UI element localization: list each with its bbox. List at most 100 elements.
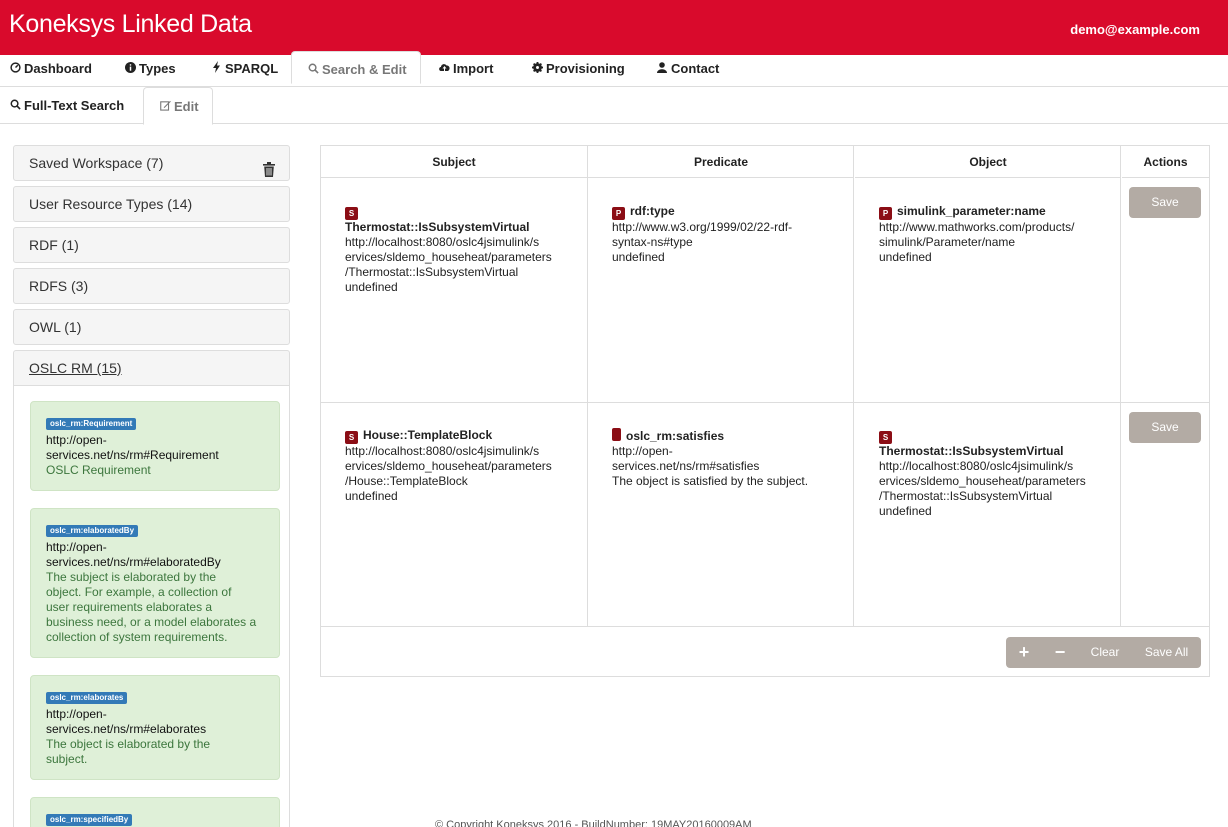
section-label: User Resource Types (14)	[29, 196, 193, 212]
oslc-rm-list: oslc_rm:Requirement http://open- service…	[13, 386, 290, 827]
triples-table: Subject Predicate Object Actions S Therm…	[320, 145, 1210, 677]
tab-import[interactable]: Import	[438, 55, 493, 87]
user-icon	[656, 56, 668, 84]
gear-icon	[531, 56, 543, 84]
tab-contact-label: Contact	[671, 61, 720, 76]
clear-button[interactable]: Clear	[1078, 637, 1132, 668]
tab-edit[interactable]: Edit	[143, 87, 213, 125]
resource-uri: services.net/ns/rm#Requirement	[46, 448, 219, 462]
tab-dashboard-label: Dashboard	[24, 61, 92, 76]
column-divider	[1120, 146, 1121, 627]
object-uri: http://www.mathworks.com/products/	[879, 220, 1075, 234]
table-actions-group: + − Clear Save All	[1006, 637, 1201, 668]
tab-sparql[interactable]: SPARQL	[210, 55, 278, 87]
section-label: OSLC RM (15)	[29, 360, 122, 376]
object-tag-icon: P	[879, 207, 892, 220]
remove-row-button[interactable]: −	[1042, 637, 1078, 668]
subject-uri: /House::TemplateBlock	[345, 474, 468, 488]
save-button[interactable]: Save	[1129, 187, 1201, 218]
object-label: simulink_parameter:name	[897, 204, 1046, 218]
table-cell-subject[interactable]: S House::TemplateBlock http://localhost:8…	[345, 428, 575, 504]
resource-card[interactable]: oslc_rm:elaborates http://open- services…	[30, 675, 280, 780]
resource-uri: http://open-	[46, 540, 107, 554]
object-value: undefined	[879, 250, 932, 264]
save-all-button[interactable]: Save All	[1132, 637, 1201, 668]
tab-types[interactable]: Types	[124, 55, 176, 87]
section-owl[interactable]: OWL (1)	[13, 309, 290, 345]
resource-description: object. For example, a collection of	[46, 585, 232, 599]
dashboard-icon	[9, 56, 21, 84]
info-icon	[124, 56, 136, 84]
resource-card[interactable]: oslc_rm:specifiedBy	[30, 797, 280, 827]
tab-dashboard[interactable]: Dashboard	[9, 55, 92, 87]
subject-uri: http://localhost:8080/oslc4jsimulink/s	[345, 235, 540, 249]
section-user-resource-types[interactable]: User Resource Types (14)	[13, 186, 290, 222]
column-header-object: Object	[855, 146, 1121, 178]
section-rdf[interactable]: RDF (1)	[13, 227, 290, 263]
object-label: Thermostat::IsSubsystemVirtual	[879, 444, 1064, 458]
object-uri: http://localhost:8080/oslc4jsimulink/s	[879, 459, 1074, 473]
section-label: RDF (1)	[29, 237, 79, 253]
section-saved-workspace[interactable]: Saved Workspace (7)	[13, 145, 290, 181]
tab-contact[interactable]: Contact	[656, 55, 719, 87]
section-oslc-rm[interactable]: OSLC RM (15)	[13, 350, 290, 386]
predicate-description: The object is satisfied by the subject.	[612, 474, 809, 488]
sub-nav: Full-Text Search Edit	[0, 87, 1228, 125]
predicate-label: oslc_rm:satisfies	[626, 429, 725, 443]
table-cell-object[interactable]: S Thermostat::IsSubsystemVirtual http://…	[879, 428, 1109, 519]
trash-icon[interactable]	[263, 155, 275, 177]
section-label: OWL (1)	[29, 319, 82, 335]
predicate-tag-icon: P	[612, 207, 625, 220]
top-bar: Koneksys Linked Data demo@example.com	[0, 0, 1228, 55]
tab-full-text-search[interactable]: Full-Text Search	[9, 87, 124, 124]
predicate-uri: services.net/ns/rm#satisfies	[612, 459, 760, 473]
brand-title[interactable]: Koneksys Linked Data	[9, 10, 252, 39]
object-uri: ervices/sldemo_househeat/parameters	[879, 474, 1086, 488]
predicate-tag-icon	[612, 428, 621, 441]
cloud-upload-icon	[438, 56, 450, 84]
column-header-actions: Actions	[1122, 146, 1209, 178]
object-uri: simulink/Parameter/name	[879, 235, 1016, 249]
predicate-label: rdf:type	[630, 204, 675, 218]
table-cell-predicate[interactable]: Prdf:type http://www.w3.org/1999/02/22-r…	[612, 204, 842, 265]
main-nav: Dashboard Types SPARQL Search & Edit Imp…	[0, 51, 1228, 87]
resource-badge[interactable]: oslc_rm:Requirement	[46, 418, 137, 430]
subject-tag-icon: S	[345, 207, 358, 220]
resource-description: OSLC Requirement	[46, 463, 151, 477]
column-divider	[587, 146, 588, 627]
resource-description: collection of system requirements.	[46, 630, 228, 644]
object-value: undefined	[879, 504, 932, 518]
resource-description: The object is elaborated by the	[46, 737, 211, 751]
table-cell-subject[interactable]: S Thermostat::IsSubsystemVirtual http://…	[345, 204, 575, 295]
tab-edit-label: Edit	[174, 99, 199, 114]
tab-search-edit[interactable]: Search & Edit	[291, 51, 421, 84]
resource-description: subject.	[46, 752, 88, 766]
edit-icon	[159, 90, 171, 127]
resource-card[interactable]: oslc_rm:Requirement http://open- service…	[30, 401, 280, 491]
resource-card[interactable]: oslc_rm:elaboratedBy http://open- servic…	[30, 508, 280, 658]
predicate-uri: syntax-ns#type	[612, 235, 693, 249]
copyright-footer: © Copyright Koneksys 2016 - BuildNumber:…	[435, 819, 752, 827]
tab-provisioning[interactable]: Provisioning	[531, 55, 625, 87]
tab-sparql-label: SPARQL	[225, 61, 279, 76]
resource-uri: http://open-	[46, 707, 107, 721]
add-row-button[interactable]: +	[1006, 637, 1042, 668]
resource-badge[interactable]: oslc_rm:elaboratedBy	[46, 525, 139, 537]
search-icon	[9, 89, 21, 126]
resource-description: user requirements elaborates a	[46, 600, 213, 614]
user-email[interactable]: demo@example.com	[1070, 22, 1200, 37]
save-button[interactable]: Save	[1129, 412, 1201, 443]
tab-search-edit-label: Search & Edit	[322, 62, 407, 77]
subject-value: undefined	[345, 489, 398, 503]
resource-badge[interactable]: oslc_rm:specifiedBy	[46, 814, 133, 826]
column-header-subject: Subject	[321, 146, 587, 178]
resource-uri: services.net/ns/rm#elaboratedBy	[46, 555, 221, 569]
resource-description: business need, or a model elaborates a	[46, 615, 257, 629]
tab-import-label: Import	[453, 61, 494, 76]
resource-badge[interactable]: oslc_rm:elaborates	[46, 692, 128, 704]
section-rdfs[interactable]: RDFS (3)	[13, 268, 290, 304]
table-cell-predicate[interactable]: oslc_rm:satisfies http://open- services.…	[612, 428, 842, 489]
table-cell-object[interactable]: Psimulink_parameter:name http://www.math…	[879, 204, 1109, 265]
column-header-predicate: Predicate	[588, 146, 854, 178]
row-divider	[321, 402, 1209, 403]
